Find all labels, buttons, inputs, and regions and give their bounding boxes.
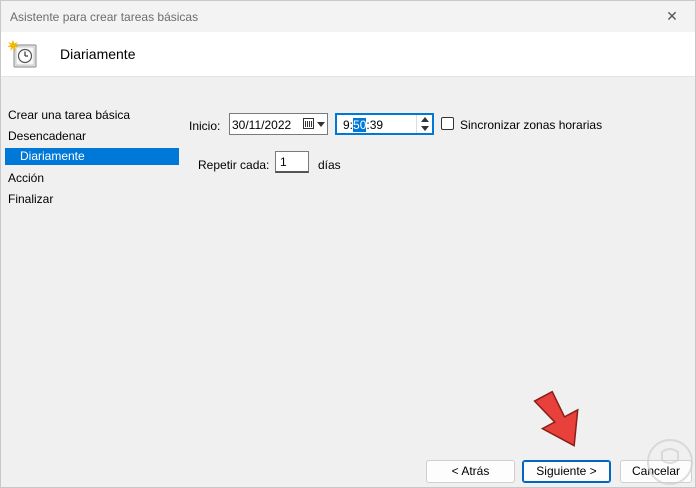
calendar-icon[interactable] <box>303 118 314 129</box>
wizard-header: Diariamente <box>1 32 695 77</box>
start-date-value: 30/11/2022 <box>232 118 292 132</box>
back-button[interactable]: < Atrás <box>426 460 515 483</box>
start-label: Inicio: <box>189 119 221 133</box>
sidebar-item-desencadenar[interactable]: Desencadenar <box>8 129 86 143</box>
time-spinner[interactable] <box>416 115 432 133</box>
page-title: Diariamente <box>60 46 136 62</box>
close-button[interactable]: ✕ <box>649 1 695 32</box>
title-bar: Asistente para crear tareas básicas ✕ <box>1 1 695 32</box>
task-clock-icon <box>8 40 37 68</box>
time-hour[interactable]: 9: <box>343 118 353 132</box>
wizard-window: Asistente para crear tareas básicas ✕ Di… <box>0 0 696 488</box>
repeat-label: Repetir cada: <box>198 158 270 172</box>
sync-timezones-label[interactable]: Sincronizar zonas horarias <box>460 118 602 132</box>
window-title: Asistente para crear tareas básicas <box>10 10 199 24</box>
sidebar-item-diariamente[interactable]: Diariamente <box>5 148 179 165</box>
next-button[interactable]: Siguiente > <box>522 460 611 483</box>
spin-up-icon[interactable] <box>421 117 429 122</box>
time-seconds[interactable]: :39 <box>366 118 383 132</box>
chevron-down-icon[interactable] <box>317 122 325 127</box>
repeat-value[interactable]: 1 <box>280 155 287 169</box>
pointer-arrow-icon <box>533 390 579 447</box>
repeat-unit-label: días <box>318 158 341 172</box>
start-date-picker[interactable]: 30/11/2022 <box>229 113 328 135</box>
sidebar-item-crear-tarea[interactable]: Crear una tarea básica <box>8 108 130 122</box>
sidebar-item-finalizar[interactable]: Finalizar <box>8 192 53 206</box>
watermark-logo-icon <box>647 439 693 485</box>
repeat-input[interactable]: 1 <box>275 151 309 173</box>
spin-down-icon[interactable] <box>421 126 429 131</box>
sidebar-item-accion[interactable]: Acción <box>8 171 44 185</box>
time-minute-selected[interactable]: 50 <box>353 118 367 132</box>
start-time-picker[interactable]: 9:50:39 <box>335 113 434 135</box>
start-time-value[interactable]: 9:50:39 <box>343 118 383 132</box>
sync-timezones-checkbox[interactable] <box>441 117 454 130</box>
